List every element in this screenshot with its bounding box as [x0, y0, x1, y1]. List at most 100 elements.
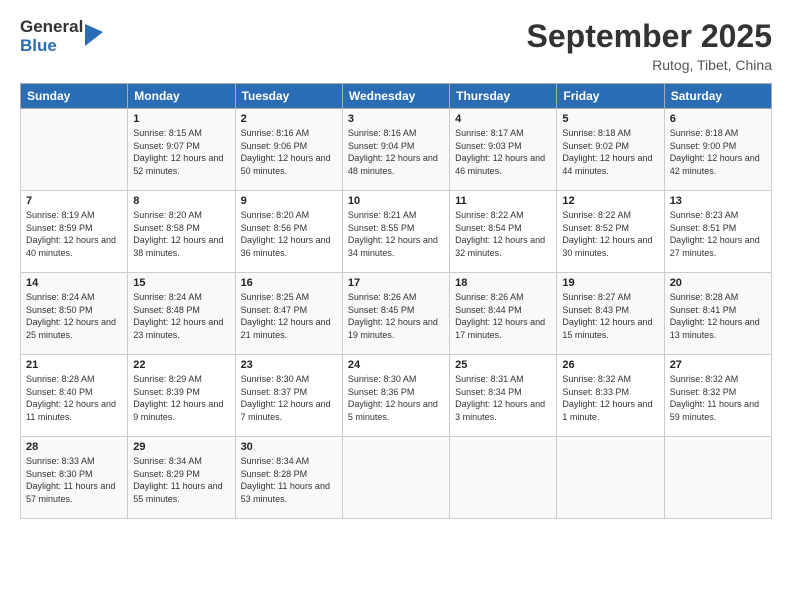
- cell-info: Sunrise: 8:15 AMSunset: 9:07 PMDaylight:…: [133, 127, 229, 177]
- col-sunday: Sunday: [21, 84, 128, 109]
- day-number: 25: [455, 359, 551, 371]
- table-row: 12Sunrise: 8:22 AMSunset: 8:52 PMDayligh…: [557, 191, 664, 273]
- table-row: [557, 437, 664, 519]
- day-number: 18: [455, 277, 551, 289]
- table-row: 25 Sunrise: 8:31 AMSunset: 8:34 PMDayligh…: [450, 355, 557, 437]
- day-number: 13: [670, 195, 766, 207]
- table-row: 13 Sunrise: 8:23 AMSunset: 8:51 PMDayligh…: [664, 191, 771, 273]
- cell-info: Sunrise: 8:20 AMSunset: 8:56 PMDaylight:…: [241, 209, 337, 259]
- day-number: 7: [26, 195, 122, 207]
- logo-general: General: [20, 18, 83, 37]
- calendar-week-row: 14 Sunrise: 8:24 AMSunset: 8:50 PMDayligh…: [21, 273, 772, 355]
- cell-info: Sunrise: 8:20 AMSunset: 8:58 PMDaylight:…: [133, 209, 229, 259]
- table-row: 21 Sunrise: 8:28 AMSunset: 8:40 PMDayligh…: [21, 355, 128, 437]
- cell-info: Sunrise: 8:28 AMSunset: 8:41 PMDaylight:…: [670, 291, 766, 341]
- table-row: 26 Sunrise: 8:32 AMSunset: 8:33 PMDayligh…: [557, 355, 664, 437]
- calendar-page: General Blue September 2025 Rutog, Tibet…: [0, 0, 792, 612]
- table-row: 27Sunrise: 8:32 AMSunset: 8:32 PMDayligh…: [664, 355, 771, 437]
- table-row: 2 Sunrise: 8:16 AMSunset: 9:06 PMDaylight…: [235, 109, 342, 191]
- cell-info: Sunrise: 8:30 AMSunset: 8:37 PMDaylight:…: [241, 373, 337, 423]
- calendar-week-row: 21 Sunrise: 8:28 AMSunset: 8:40 PMDayligh…: [21, 355, 772, 437]
- day-number: 16: [241, 277, 337, 289]
- cell-info: Sunrise: 8:33 AMSunset: 8:30 PMDaylight:…: [26, 455, 122, 505]
- table-row: 20Sunrise: 8:28 AMSunset: 8:41 PMDayligh…: [664, 273, 771, 355]
- day-number: 19: [562, 277, 658, 289]
- table-row: 18 Sunrise: 8:26 AMSunset: 8:44 PMDayligh…: [450, 273, 557, 355]
- day-number: 22: [133, 359, 229, 371]
- table-row: [450, 437, 557, 519]
- cell-info: Sunrise: 8:28 AMSunset: 8:40 PMDaylight:…: [26, 373, 122, 423]
- table-row: 8 Sunrise: 8:20 AMSunset: 8:58 PMDaylight…: [128, 191, 235, 273]
- day-number: 9: [241, 195, 337, 207]
- logo: General Blue: [20, 18, 103, 55]
- col-wednesday: Wednesday: [342, 84, 449, 109]
- day-number: 4: [455, 113, 551, 125]
- table-row: 16 Sunrise: 8:25 AMSunset: 8:47 PMDayligh…: [235, 273, 342, 355]
- table-row: 9 Sunrise: 8:20 AMSunset: 8:56 PMDaylight…: [235, 191, 342, 273]
- cell-info: Sunrise: 8:18 AMSunset: 9:02 PMDaylight:…: [562, 127, 658, 177]
- table-row: [342, 437, 449, 519]
- cell-info: Sunrise: 8:25 AMSunset: 8:47 PMDaylight:…: [241, 291, 337, 341]
- calendar-week-row: 28 Sunrise: 8:33 AMSunset: 8:30 PMDayligh…: [21, 437, 772, 519]
- table-row: 23 Sunrise: 8:30 AMSunset: 8:37 PMDayligh…: [235, 355, 342, 437]
- location: Rutog, Tibet, China: [527, 57, 772, 73]
- cell-info: Sunrise: 8:16 AMSunset: 9:04 PMDaylight:…: [348, 127, 444, 177]
- header: General Blue September 2025 Rutog, Tibet…: [20, 18, 772, 73]
- table-row: 14 Sunrise: 8:24 AMSunset: 8:50 PMDayligh…: [21, 273, 128, 355]
- table-row: 28 Sunrise: 8:33 AMSunset: 8:30 PMDayligh…: [21, 437, 128, 519]
- day-number: 21: [26, 359, 122, 371]
- col-tuesday: Tuesday: [235, 84, 342, 109]
- day-number: 30: [241, 441, 337, 453]
- cell-info: Sunrise: 8:19 AMSunset: 8:59 PMDaylight:…: [26, 209, 122, 259]
- cell-info: Sunrise: 8:27 AMSunset: 8:43 PMDaylight:…: [562, 291, 658, 341]
- day-number: 2: [241, 113, 337, 125]
- table-row: 22 Sunrise: 8:29 AMSunset: 8:39 PMDayligh…: [128, 355, 235, 437]
- calendar-table: Sunday Monday Tuesday Wednesday Thursday…: [20, 83, 772, 519]
- day-number: 3: [348, 113, 444, 125]
- table-row: 24Sunrise: 8:30 AMSunset: 8:36 PMDayligh…: [342, 355, 449, 437]
- cell-info: Sunrise: 8:32 AMSunset: 8:33 PMDaylight:…: [562, 373, 658, 423]
- col-saturday: Saturday: [664, 84, 771, 109]
- calendar-header-row: Sunday Monday Tuesday Wednesday Thursday…: [21, 84, 772, 109]
- day-number: 23: [241, 359, 337, 371]
- calendar-week-row: 1 Sunrise: 8:15 AMSunset: 9:07 PMDaylight…: [21, 109, 772, 191]
- day-number: 26: [562, 359, 658, 371]
- table-row: 17Sunrise: 8:26 AMSunset: 8:45 PMDayligh…: [342, 273, 449, 355]
- cell-info: Sunrise: 8:31 AMSunset: 8:34 PMDaylight:…: [455, 373, 551, 423]
- cell-info: Sunrise: 8:23 AMSunset: 8:51 PMDaylight:…: [670, 209, 766, 259]
- table-row: 29 Sunrise: 8:34 AMSunset: 8:29 PMDayligh…: [128, 437, 235, 519]
- cell-info: Sunrise: 8:24 AMSunset: 8:48 PMDaylight:…: [133, 291, 229, 341]
- table-row: 30Sunrise: 8:34 AMSunset: 8:28 PMDayligh…: [235, 437, 342, 519]
- logo-blue: Blue: [20, 37, 83, 56]
- cell-info: Sunrise: 8:17 AMSunset: 9:03 PMDaylight:…: [455, 127, 551, 177]
- cell-info: Sunrise: 8:22 AMSunset: 8:54 PMDaylight:…: [455, 209, 551, 259]
- day-number: 14: [26, 277, 122, 289]
- day-number: 29: [133, 441, 229, 453]
- day-number: 28: [26, 441, 122, 453]
- day-number: 8: [133, 195, 229, 207]
- col-monday: Monday: [128, 84, 235, 109]
- table-row: 19 Sunrise: 8:27 AMSunset: 8:43 PMDayligh…: [557, 273, 664, 355]
- logo-icon: [85, 24, 103, 46]
- cell-info: Sunrise: 8:26 AMSunset: 8:45 PMDaylight:…: [348, 291, 444, 341]
- table-row: 4 Sunrise: 8:17 AMSunset: 9:03 PMDaylight…: [450, 109, 557, 191]
- col-friday: Friday: [557, 84, 664, 109]
- table-row: 15Sunrise: 8:24 AMSunset: 8:48 PMDayligh…: [128, 273, 235, 355]
- table-row: 10 Sunrise: 8:21 AMSunset: 8:55 PMDayligh…: [342, 191, 449, 273]
- table-row: [21, 109, 128, 191]
- cell-info: Sunrise: 8:16 AMSunset: 9:06 PMDaylight:…: [241, 127, 337, 177]
- title-block: September 2025 Rutog, Tibet, China: [527, 18, 772, 73]
- cell-info: Sunrise: 8:24 AMSunset: 8:50 PMDaylight:…: [26, 291, 122, 341]
- cell-info: Sunrise: 8:26 AMSunset: 8:44 PMDaylight:…: [455, 291, 551, 341]
- table-row: 5Sunrise: 8:18 AMSunset: 9:02 PMDaylight…: [557, 109, 664, 191]
- cell-info: Sunrise: 8:32 AMSunset: 8:32 PMDaylight:…: [670, 373, 766, 423]
- table-row: 11 Sunrise: 8:22 AMSunset: 8:54 PMDayligh…: [450, 191, 557, 273]
- day-number: 10: [348, 195, 444, 207]
- table-row: 6Sunrise: 8:18 AMSunset: 9:00 PMDaylight…: [664, 109, 771, 191]
- table-row: 3 Sunrise: 8:16 AMSunset: 9:04 PMDaylight…: [342, 109, 449, 191]
- day-number: 11: [455, 195, 551, 207]
- cell-info: Sunrise: 8:29 AMSunset: 8:39 PMDaylight:…: [133, 373, 229, 423]
- day-number: 1: [133, 113, 229, 125]
- cell-info: Sunrise: 8:34 AMSunset: 8:29 PMDaylight:…: [133, 455, 229, 505]
- cell-info: Sunrise: 8:21 AMSunset: 8:55 PMDaylight:…: [348, 209, 444, 259]
